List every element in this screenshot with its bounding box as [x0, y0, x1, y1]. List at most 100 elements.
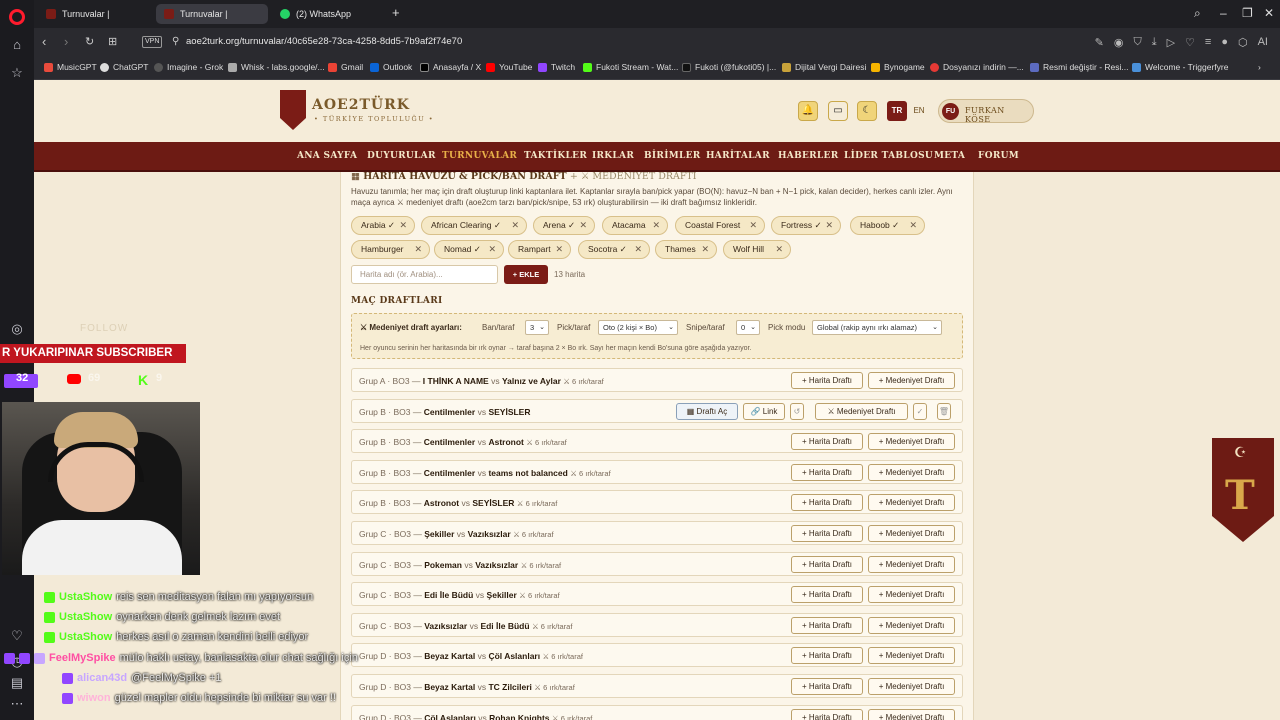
new-tab-button[interactable]: +	[392, 5, 400, 20]
nav-lider-tablosu[interactable]: LİDER TABLOSU	[844, 151, 933, 161]
civ-draft-create-button[interactable]: + Medeniyet Draftı	[868, 616, 955, 634]
bookmark-twitch[interactable]: Twitch	[538, 62, 575, 72]
map-chip-haboob[interactable]: Haboob ✓ ✕	[850, 216, 925, 235]
restore-icon[interactable]: ❐	[1242, 6, 1253, 20]
civ-draft-create-button[interactable]: + Medeniyet Draftı	[868, 555, 955, 573]
star-icon[interactable]: ☆	[9, 65, 25, 81]
map-draft-button[interactable]: + Harita Draftı	[791, 708, 863, 720]
check-button[interactable]: ✓	[913, 402, 927, 420]
shield-icon[interactable]: ⛉	[1133, 36, 1141, 49]
bookmark-gmail[interactable]: Gmail	[328, 62, 363, 72]
remove-chip-icon[interactable]: ✕	[749, 217, 757, 234]
civ-draft-create-button[interactable]: + Medeniyet Draftı	[868, 708, 955, 720]
remove-chip-icon[interactable]: ✕	[909, 217, 917, 234]
nav-meta[interactable]: META	[934, 151, 965, 161]
map-chip-wolf-hill[interactable]: Wolf Hill ✕	[723, 240, 791, 259]
bookmark-youtube[interactable]: YouTube	[486, 62, 532, 72]
cube-icon[interactable]: ⬡	[1238, 36, 1248, 49]
civ-draft-create-button[interactable]: + Medeniyet Draftı	[868, 433, 955, 451]
back-icon[interactable]: ‹	[42, 35, 46, 49]
map-draft-button[interactable]: + Harita Draftı	[791, 586, 863, 604]
remove-chip-icon[interactable]: ✕	[414, 241, 422, 258]
remove-chip-icon[interactable]: ✕	[555, 241, 563, 258]
bookmark-chatgpt[interactable]: ChatGPT	[100, 62, 148, 72]
civ-draft-button[interactable]: ⚔ Medeniyet Draftı	[815, 402, 908, 420]
speed-dial-icon[interactable]: ⊞	[108, 35, 117, 49]
bookmark-outlook[interactable]: Outlook	[370, 62, 412, 72]
minimize-icon[interactable]: –	[1220, 6, 1227, 20]
map-draft-button[interactable]: + Harita Draftı	[791, 555, 863, 573]
bell-icon[interactable]: 🔔	[798, 101, 818, 121]
nav-haberler[interactable]: HABERLER	[778, 151, 839, 161]
remove-chip-icon[interactable]: ✕	[775, 241, 783, 258]
open-draft-button[interactable]: ▦ Draftı Aç	[676, 402, 738, 420]
ai-icon[interactable]: AI	[1258, 36, 1268, 49]
remove-chip-icon[interactable]: ✕	[634, 241, 642, 258]
remove-chip-icon[interactable]: ✕	[579, 217, 587, 234]
map-chip-rampart[interactable]: Rampart ✕	[508, 240, 571, 259]
delete-icon[interactable]: 🗑	[937, 402, 951, 420]
download-icon[interactable]: ⤓	[1152, 36, 1157, 49]
url-field[interactable]: aoe2turk.org/turnuvalar/40c65e28-73ca-42…	[186, 36, 462, 47]
forward-icon[interactable]: ›	[64, 35, 68, 49]
civ-draft-create-button[interactable]: + Medeniyet Draftı	[868, 525, 955, 542]
map-draft-button[interactable]: + Harita Draftı	[791, 372, 863, 389]
map-draft-button[interactable]: + Harita Draftı	[791, 463, 863, 481]
nav-forum[interactable]: FORUM	[978, 151, 1019, 161]
map-chip-socotra[interactable]: Socotra ✓ ✕	[578, 240, 650, 259]
opera-logo-icon[interactable]	[9, 9, 25, 25]
edit-icon[interactable]: ✎	[1095, 36, 1104, 49]
snipe-select[interactable]: 0 ⌄	[736, 320, 760, 335]
map-draft-button[interactable]: + Harita Draftı	[791, 678, 863, 695]
camera-icon[interactable]: ◉	[1114, 36, 1124, 49]
map-chip-arabia[interactable]: Arabia ✓ ✕	[351, 216, 415, 235]
map-draft-button[interactable]: + Harita Draftı	[791, 433, 863, 451]
nav-haritalar[interactable]: HARİTALAR	[706, 151, 770, 161]
home-icon[interactable]: ⌂	[9, 37, 25, 53]
bookmark-fukoti-stream[interactable]: Fukoti Stream - Wat...	[583, 62, 678, 72]
profile-icon[interactable]: ●	[1221, 36, 1228, 49]
nav-irklar[interactable]: IRKLAR	[592, 151, 634, 161]
lang-en-button[interactable]: EN	[909, 101, 929, 121]
reset-draft-button[interactable]: ↺	[790, 402, 804, 420]
civ-draft-create-button[interactable]: + Medeniyet Draftı	[868, 647, 955, 665]
menu-icon[interactable]: ≡	[1205, 36, 1211, 49]
ban-select[interactable]: 3 ⌄	[525, 320, 549, 335]
pick-select[interactable]: Oto (2 kişi × Bo) ⌄	[598, 320, 678, 335]
vpn-badge[interactable]: VPN	[142, 36, 163, 48]
bookmark-dosya[interactable]: Dosyanızı indirin —...	[930, 62, 1024, 72]
play-icon[interactable]: ▷	[1167, 36, 1175, 49]
bookmark-grok[interactable]: Imagine - Grok	[154, 62, 223, 72]
civ-draft-create-button[interactable]: + Medeniyet Draftı	[868, 372, 955, 389]
window-icon[interactable]: ▭	[828, 101, 848, 121]
reload-icon[interactable]: ↻	[85, 35, 94, 49]
search-tabs-icon[interactable]: ⌕	[1194, 6, 1201, 21]
map-chip-arena[interactable]: Arena ✓ ✕	[533, 216, 595, 235]
map-chip-coastal-forest[interactable]: Coastal Forest ✕	[675, 216, 765, 235]
nav-turnuvalar[interactable]: TURNUVALAR	[442, 151, 517, 161]
link-button[interactable]: 🔗 Link	[743, 402, 785, 420]
map-chip-african-clearing[interactable]: African Clearing ✓ ✕	[421, 216, 527, 235]
bookmark-triggerfyre[interactable]: Welcome - Triggerfyre	[1132, 62, 1228, 72]
map-chip-fortress[interactable]: Fortress ✓ ✕	[771, 216, 841, 235]
map-chip-nomad[interactable]: Nomad ✓ ✕	[434, 240, 504, 259]
remove-chip-icon[interactable]: ✕	[511, 217, 519, 234]
map-draft-button[interactable]: + Harita Draftı	[791, 525, 863, 542]
nav-birimler[interactable]: BİRİMLER	[644, 151, 701, 161]
heart-icon[interactable]: ♡	[1185, 36, 1195, 49]
map-draft-button[interactable]: + Harita Draftı	[791, 494, 863, 512]
map-chip-atacama[interactable]: Atacama ✕	[602, 216, 668, 235]
map-chip-hamburger[interactable]: Hamburger ✕	[351, 240, 430, 259]
lang-tr-button[interactable]: TR	[887, 101, 907, 121]
civ-draft-create-button[interactable]: + Medeniyet Draftı	[868, 494, 955, 512]
remove-chip-icon[interactable]: ✕	[652, 217, 660, 234]
tab-2-active[interactable]: Turnuvalar | AOE2TÜRK	[156, 4, 268, 39]
add-map-button[interactable]: + EKLE	[504, 265, 548, 284]
remove-chip-icon[interactable]: ✕	[701, 241, 709, 258]
bookmark-vergi[interactable]: Dijital Vergi Dairesi	[782, 62, 866, 72]
bookmark-whisk[interactable]: Whisk - labs.google/...	[228, 62, 325, 72]
nav-taktikler[interactable]: TAKTİKLER	[524, 151, 587, 161]
map-chip-thames[interactable]: Thames ✕	[655, 240, 717, 259]
nav-duyurular[interactable]: DUYURULAR	[367, 151, 436, 161]
remove-chip-icon[interactable]: ✕	[399, 217, 407, 234]
